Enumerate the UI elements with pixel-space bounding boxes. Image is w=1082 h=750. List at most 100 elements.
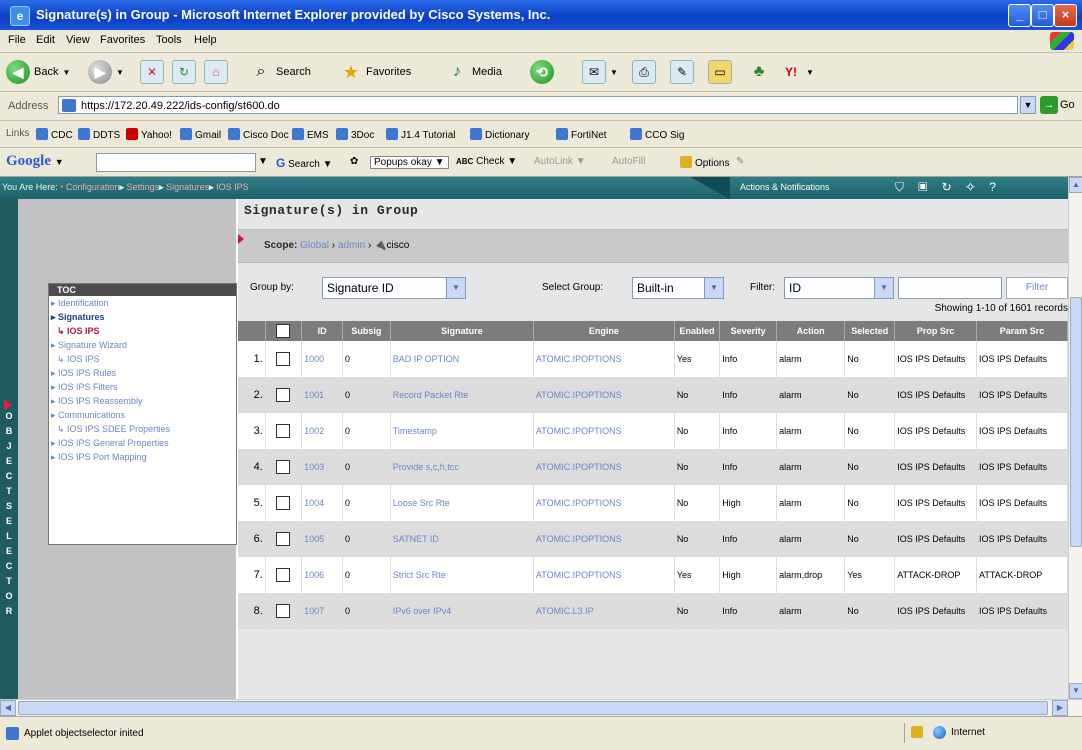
- scroll-thumb[interactable]: [1070, 297, 1082, 547]
- header-id[interactable]: ID: [301, 321, 344, 341]
- home-button[interactable]: ⌂: [204, 58, 232, 86]
- scroll-right-icon[interactable]: ▶: [1052, 700, 1068, 716]
- toc-item[interactable]: ▸ Communications: [49, 408, 236, 422]
- row-select-checkbox[interactable]: [276, 352, 291, 366]
- cell-prop-src[interactable]: IOS IPS Defaults: [894, 521, 978, 557]
- pencil-icon[interactable]: ✎: [736, 156, 744, 167]
- link-ddts[interactable]: DDTS: [78, 128, 120, 141]
- cell-id[interactable]: 1007: [301, 593, 344, 629]
- cell-id[interactable]: 1000: [301, 341, 344, 377]
- object-selector[interactable]: OBJECT SELECTOR: [0, 199, 18, 699]
- address-input[interactable]: https://172.20.49.222/ids-config/st600.d…: [58, 96, 1018, 114]
- header-severity[interactable]: Severity: [719, 321, 778, 341]
- menu-file[interactable]: File: [8, 34, 26, 46]
- autofill-button[interactable]: AutoFill: [612, 156, 645, 167]
- maximize-button[interactable]: □: [1031, 4, 1054, 27]
- row-checkbox[interactable]: [265, 341, 303, 377]
- toc-item[interactable]: ▸ IOS IPS General Properties: [49, 436, 236, 450]
- google-search-button[interactable]: G Search ▼: [276, 156, 333, 170]
- cell-id[interactable]: 1003: [301, 449, 344, 485]
- autolink-button[interactable]: AutoLink ▼: [534, 156, 586, 167]
- link-tutorial[interactable]: J1.4 Tutorial: [386, 128, 455, 141]
- header-enabled[interactable]: Enabled: [674, 321, 721, 341]
- table-row[interactable]: 7. 1006 0 Strict Src Rte ATOMIC.IPOPTIONS Yes…: [238, 557, 1068, 593]
- table-row[interactable]: 1. 1000 0 BAD IP OPTION ATOMIC.IPOPTIONS Yes I…: [238, 341, 1068, 377]
- toc-item[interactable]: ▸ Identification: [49, 296, 236, 310]
- group-by-select[interactable]: Signature ID ▼: [322, 277, 466, 299]
- cell-param-src[interactable]: IOS IPS Defaults: [976, 377, 1068, 413]
- header-action[interactable]: Action: [776, 321, 846, 341]
- row-select-checkbox[interactable]: [276, 460, 291, 474]
- cell-prop-src[interactable]: IOS IPS Defaults: [894, 377, 978, 413]
- close-button[interactable]: ×: [1054, 4, 1077, 27]
- mail-button[interactable]: ✉ ▼: [582, 58, 618, 86]
- favorites-button[interactable]: ★ Favorites: [340, 58, 411, 86]
- row-checkbox[interactable]: [265, 593, 303, 629]
- google-dropdown-icon[interactable]: ▼: [258, 156, 268, 167]
- link-yahoo[interactable]: Yahoo!: [126, 128, 172, 141]
- cell-signature[interactable]: Loose Src Rte: [390, 485, 534, 521]
- stop-button[interactable]: ✕: [140, 58, 168, 86]
- row-checkbox[interactable]: [265, 377, 303, 413]
- yahoo-button[interactable]: Y! ▼: [780, 58, 814, 86]
- row-checkbox[interactable]: [265, 557, 303, 593]
- table-row[interactable]: 8. 1007 0 IPv6 over IPv4 ATOMIC.L3.IP No Info a…: [238, 593, 1068, 629]
- cell-prop-src[interactable]: IOS IPS Defaults: [894, 413, 978, 449]
- refresh-icon[interactable]: ↻: [942, 180, 966, 194]
- cell-prop-src[interactable]: IOS IPS Defaults: [894, 593, 978, 629]
- minimize-button[interactable]: _: [1008, 4, 1031, 27]
- cell-prop-src[interactable]: ATTACK-DROP: [894, 557, 978, 593]
- row-select-checkbox[interactable]: [276, 424, 291, 438]
- link-gmail[interactable]: Gmail: [180, 128, 221, 141]
- crumb-signatures[interactable]: Signatures: [166, 182, 209, 192]
- filter-select[interactable]: ID ▼: [784, 277, 894, 299]
- cell-id[interactable]: 1005: [301, 521, 344, 557]
- cell-param-src[interactable]: IOS IPS Defaults: [976, 413, 1068, 449]
- cell-signature[interactable]: Timestamp: [390, 413, 534, 449]
- cell-engine[interactable]: ATOMIC.IPOPTIONS: [533, 341, 675, 377]
- select-all-checkbox[interactable]: [276, 324, 291, 338]
- go-button[interactable]: → Go: [1040, 96, 1075, 114]
- cell-param-src[interactable]: IOS IPS Defaults: [976, 593, 1068, 629]
- crumb-settings[interactable]: Settings: [126, 182, 159, 192]
- media-button[interactable]: ♪ Media: [446, 58, 502, 86]
- toc-item[interactable]: ▸ Signatures: [49, 310, 236, 324]
- cell-id[interactable]: 1006: [301, 557, 344, 593]
- google-search-input[interactable]: [96, 153, 256, 172]
- row-select-checkbox[interactable]: [276, 496, 291, 510]
- row-checkbox[interactable]: [265, 485, 303, 521]
- scope-global[interactable]: Global: [300, 240, 329, 251]
- edit-button[interactable]: ✎: [670, 58, 698, 86]
- scroll-down-icon[interactable]: ▼: [1069, 683, 1082, 699]
- cell-id[interactable]: 1002: [301, 413, 344, 449]
- toc-item[interactable]: ▸ IOS IPS Filters: [49, 380, 236, 394]
- vertical-scrollbar[interactable]: ▲ ▼: [1068, 177, 1082, 699]
- cell-prop-src[interactable]: IOS IPS Defaults: [894, 341, 978, 377]
- cell-engine[interactable]: ATOMIC.L3.IP: [533, 593, 675, 629]
- cell-engine[interactable]: ATOMIC.IPOPTIONS: [533, 521, 675, 557]
- horizontal-scrollbar[interactable]: ◀ ▶: [0, 699, 1082, 716]
- row-select-checkbox[interactable]: [276, 604, 291, 618]
- table-row[interactable]: 5. 1004 0 Loose Src Rte ATOMIC.IPOPTIONS No Hi…: [238, 485, 1068, 521]
- cell-engine[interactable]: ATOMIC.IPOPTIONS: [533, 557, 675, 593]
- menu-tools[interactable]: Tools: [156, 34, 182, 46]
- menu-view[interactable]: View: [66, 34, 90, 46]
- cell-prop-src[interactable]: IOS IPS Defaults: [894, 449, 978, 485]
- link-dictionary[interactable]: Dictionary: [470, 128, 529, 141]
- link-cisco-doc[interactable]: Cisco Doc: [228, 128, 289, 141]
- link-ems[interactable]: EMS: [292, 128, 329, 141]
- actions-notifications-link[interactable]: Actions & Notifications: [740, 182, 830, 192]
- row-select-checkbox[interactable]: [276, 388, 291, 402]
- cell-prop-src[interactable]: IOS IPS Defaults: [894, 485, 978, 521]
- toc-item[interactable]: ↳ IOS IPS SDEE Properties: [49, 422, 236, 436]
- history-button[interactable]: ⟲: [530, 58, 558, 86]
- toc-item[interactable]: ▸ Signature Wizard: [49, 338, 236, 352]
- back-button[interactable]: ◀ Back ▼: [6, 58, 70, 86]
- cell-param-src[interactable]: IOS IPS Defaults: [976, 449, 1068, 485]
- table-row[interactable]: 4. 1003 0 Provide s,c,h,tcc ATOMIC.IPOPTIONS…: [238, 449, 1068, 485]
- help-icon[interactable]: ?: [989, 180, 1010, 194]
- link-cco-sig[interactable]: CCO Sig: [630, 128, 684, 141]
- forward-button[interactable]: ▶ ▼: [88, 58, 124, 86]
- select-group-select[interactable]: Built-in ▼: [632, 277, 724, 299]
- toc-item[interactable]: ▸ IOS IPS Port Mapping: [49, 450, 236, 464]
